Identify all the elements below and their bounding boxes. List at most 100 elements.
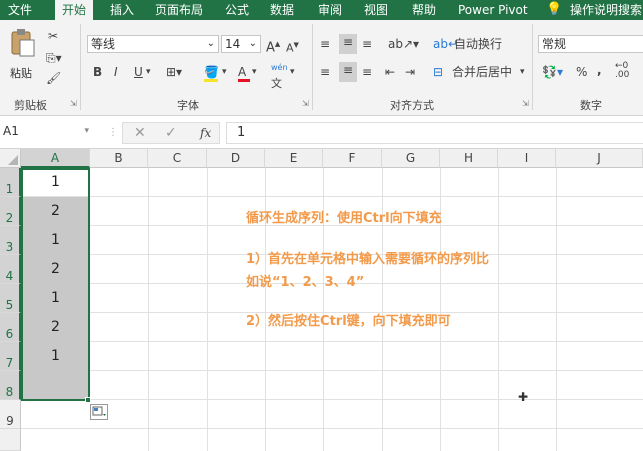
tab-help[interactable]: 帮助 bbox=[412, 0, 436, 20]
align-left-icon[interactable]: ≡ bbox=[320, 64, 330, 80]
tab-review[interactable]: 审阅 bbox=[318, 0, 342, 20]
row-header-4[interactable]: 4 bbox=[0, 255, 21, 284]
row-header-7[interactable]: 7 bbox=[0, 342, 21, 371]
row-header-9[interactable]: 9 bbox=[0, 400, 21, 429]
decrease-font-icon[interactable]: A▼ bbox=[286, 37, 299, 57]
font-launcher-icon[interactable]: ⇲ bbox=[302, 99, 309, 108]
worksheet-grid[interactable]: A B C D E F G H I J 1 2 3 4 5 6 7 8 9 1 … bbox=[0, 149, 643, 451]
merge-center-label[interactable]: 合并后居中 bbox=[452, 64, 512, 80]
tab-insert[interactable]: 插入 bbox=[110, 0, 134, 20]
orientation-icon[interactable]: ab↗▾ bbox=[388, 36, 419, 52]
copy-icon[interactable]: ⎘▾ bbox=[46, 50, 62, 66]
cell-a5[interactable]: 1 bbox=[22, 284, 89, 312]
lightbulb-icon: 💡 bbox=[546, 2, 563, 17]
borders-icon[interactable]: ⊞▾ bbox=[166, 64, 182, 80]
merge-dropdown-icon[interactable]: ▾ bbox=[520, 64, 525, 80]
wrap-text-label[interactable]: 自动换行 bbox=[454, 36, 502, 52]
row-header-5[interactable]: 5 bbox=[0, 284, 21, 313]
tab-power-pivot[interactable]: Power Pivot bbox=[458, 0, 528, 20]
underline-dropdown-icon[interactable]: ▾ bbox=[146, 64, 151, 80]
row-header-10[interactable] bbox=[0, 429, 21, 451]
cell-a7[interactable]: 1 bbox=[22, 342, 89, 370]
number-format-dropdown[interactable]: 常规 bbox=[538, 35, 643, 53]
tab-formulas[interactable]: 公式 bbox=[225, 0, 249, 20]
tab-file[interactable]: 文件 bbox=[8, 0, 32, 20]
ribbon-tab-bar: 文件 开始 插入 页面布局 公式 数据 审阅 视图 帮助 Power Pivot… bbox=[0, 0, 643, 20]
cancel-icon[interactable]: ✕ bbox=[134, 125, 146, 141]
bold-button[interactable]: B bbox=[93, 64, 102, 80]
clipboard-group-label: 剪贴板 bbox=[14, 99, 47, 112]
annotation-title: 循环生成序列：使用Ctrl向下填充 bbox=[246, 211, 442, 226]
underline-button[interactable]: U bbox=[134, 64, 143, 80]
row-header-6[interactable]: 6 bbox=[0, 313, 21, 342]
comma-button[interactable]: , bbox=[597, 62, 602, 78]
column-header-i[interactable]: I bbox=[498, 149, 556, 168]
cell-a2[interactable]: 2 bbox=[22, 197, 89, 225]
increase-font-icon[interactable]: A▲ bbox=[266, 36, 280, 56]
auto-fill-options-button[interactable] bbox=[90, 404, 108, 420]
fill-handle[interactable] bbox=[85, 397, 91, 403]
chevron-down-icon: ⌄ bbox=[248, 38, 257, 49]
column-header-a[interactable]: A bbox=[21, 149, 90, 168]
auto-fill-options-icon bbox=[92, 406, 106, 416]
paste-button[interactable]: 粘贴 bbox=[8, 28, 38, 84]
tab-view[interactable]: 视图 bbox=[364, 0, 388, 20]
font-color-glyph: A bbox=[238, 65, 247, 79]
align-center-icon[interactable]: ≡ bbox=[339, 62, 357, 82]
row-header-1[interactable]: 1 bbox=[0, 168, 21, 197]
fill-color-icon[interactable]: 🪣 bbox=[204, 64, 219, 82]
font-color-dropdown-icon[interactable]: ▾ bbox=[252, 64, 257, 80]
column-header-c[interactable]: C bbox=[148, 149, 207, 168]
column-header-j[interactable]: J bbox=[556, 149, 643, 168]
row-header-2[interactable]: 2 bbox=[0, 197, 21, 226]
chevron-down-icon: ▾ bbox=[84, 126, 89, 136]
row-header-8[interactable]: 8 bbox=[0, 371, 21, 400]
corner-triangle-icon bbox=[8, 155, 18, 165]
merge-center-icon[interactable]: ⊟ bbox=[433, 64, 443, 80]
formula-input[interactable]: 1 bbox=[226, 122, 643, 144]
cell-a3[interactable]: 1 bbox=[22, 226, 89, 254]
tab-page-layout[interactable]: 页面布局 bbox=[155, 0, 203, 20]
cell-a1[interactable]: 1 bbox=[22, 168, 89, 196]
align-right-icon[interactable]: ≡ bbox=[362, 64, 372, 80]
ribbon: 粘贴 ✂ ⎘▾ 🖌 剪贴板 ⇲ 等线 ⌄ 14 ⌄ A▲ A▼ B I U ▾ … bbox=[0, 20, 643, 116]
cell-a6[interactable]: 2 bbox=[22, 313, 89, 341]
fill-dropdown-icon[interactable]: ▾ bbox=[222, 64, 227, 80]
tab-data[interactable]: 数据 bbox=[270, 0, 294, 20]
font-size-dropdown[interactable]: 14 ⌄ bbox=[221, 35, 261, 53]
phonetic-guide-icon[interactable]: wén 文 bbox=[271, 60, 288, 93]
formula-bar: A1 ▾ ⋮ ✕ ✓ fx 1 bbox=[0, 116, 643, 149]
column-header-e[interactable]: E bbox=[265, 149, 323, 168]
name-box[interactable]: A1 ▾ bbox=[0, 123, 95, 141]
tab-home[interactable]: 开始 bbox=[55, 0, 93, 20]
row-header-3[interactable]: 3 bbox=[0, 226, 21, 255]
column-header-h[interactable]: H bbox=[440, 149, 498, 168]
more-options-icon[interactable]: ⋮ bbox=[108, 125, 118, 141]
increase-indent-icon[interactable]: ⇥ bbox=[405, 64, 415, 80]
decrease-indent-icon[interactable]: ⇤ bbox=[385, 64, 395, 80]
clipboard-launcher-icon[interactable]: ⇲ bbox=[70, 99, 77, 108]
column-header-g[interactable]: G bbox=[382, 149, 440, 168]
italic-button[interactable]: I bbox=[114, 64, 118, 80]
clipboard-icon bbox=[11, 29, 35, 57]
column-header-f[interactable]: F bbox=[323, 149, 382, 168]
enter-check-icon[interactable]: ✓ bbox=[165, 125, 177, 141]
tell-me-search[interactable]: 操作说明搜索 bbox=[570, 0, 642, 20]
cell-a4[interactable]: 2 bbox=[22, 255, 89, 283]
align-top-icon[interactable]: ≡ bbox=[320, 36, 330, 52]
cut-icon[interactable]: ✂ bbox=[48, 28, 58, 44]
font-color-icon[interactable]: A bbox=[238, 64, 250, 82]
align-middle-icon[interactable]: ≡ bbox=[339, 34, 357, 54]
accounting-format-icon[interactable]: 💱▾ bbox=[542, 64, 563, 80]
alignment-launcher-icon[interactable]: ⇲ bbox=[522, 99, 529, 108]
format-painter-icon[interactable]: 🖌 bbox=[46, 70, 61, 86]
select-all-corner[interactable] bbox=[0, 149, 21, 168]
column-header-d[interactable]: D bbox=[207, 149, 265, 168]
percent-button[interactable]: % bbox=[576, 64, 587, 80]
phonetic-dropdown-icon[interactable]: ▾ bbox=[290, 64, 295, 80]
increase-decimal-icon[interactable]: ←0.00 bbox=[615, 62, 629, 80]
font-name-dropdown[interactable]: 等线 ⌄ bbox=[87, 35, 219, 53]
column-header-b[interactable]: B bbox=[90, 149, 148, 168]
align-bottom-icon[interactable]: ≡ bbox=[362, 36, 372, 52]
insert-function-icon[interactable]: fx bbox=[200, 125, 211, 141]
